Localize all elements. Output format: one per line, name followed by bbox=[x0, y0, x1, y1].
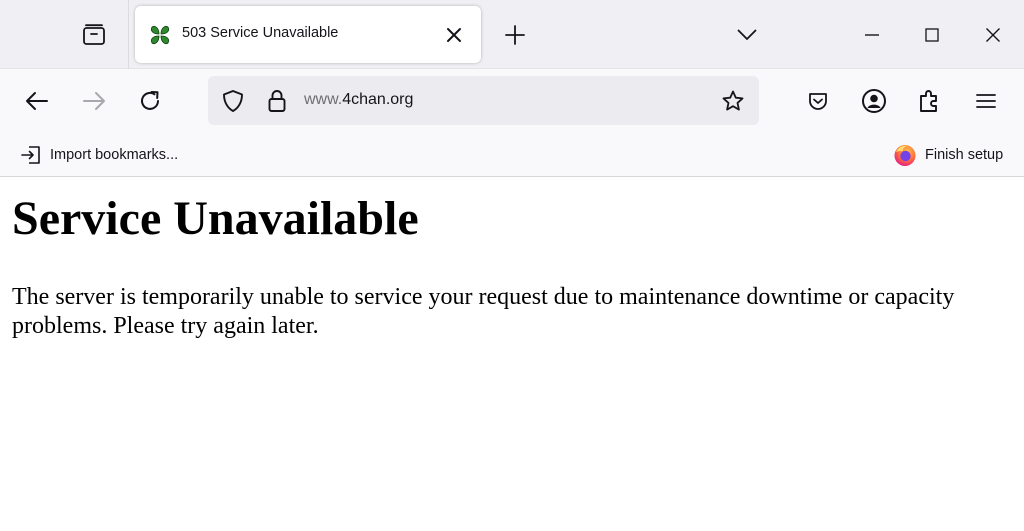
navigation-toolbar: www.4chan.org bbox=[0, 69, 1024, 133]
bookmark-page-button[interactable] bbox=[719, 87, 747, 115]
bookmarks-toolbar: Import bookmarks... Finish setup bbox=[0, 133, 1024, 177]
minimize-icon bbox=[865, 34, 879, 36]
maximize-icon bbox=[925, 28, 939, 42]
lock-icon bbox=[268, 89, 286, 112]
page-heading: Service Unavailable bbox=[12, 192, 419, 245]
extensions-button[interactable] bbox=[915, 86, 945, 116]
close-icon bbox=[986, 28, 1000, 42]
import-bookmarks-label: Import bookmarks... bbox=[50, 147, 179, 163]
tab-title: 503 Service Unavailable bbox=[182, 25, 339, 41]
star-icon bbox=[722, 90, 744, 111]
window-close-button[interactable] bbox=[978, 20, 1008, 50]
error-message: The server is temporarily unable to serv… bbox=[12, 284, 955, 339]
account-button[interactable] bbox=[859, 86, 889, 116]
close-icon bbox=[447, 28, 461, 42]
chevron-down-icon bbox=[737, 29, 757, 40]
puzzle-icon bbox=[920, 90, 937, 112]
finish-setup-label: Finish setup bbox=[925, 147, 1004, 163]
tab-strip: 503 Service Unavailable bbox=[0, 0, 1024, 69]
firefox-view-icon bbox=[83, 24, 105, 45]
new-tab-button[interactable] bbox=[500, 21, 530, 49]
maximize-button[interactable] bbox=[917, 20, 947, 50]
tab-strip-divider bbox=[128, 0, 129, 69]
firefox-logo-icon bbox=[894, 145, 916, 166]
url-domain: 4chan.org bbox=[342, 91, 414, 108]
list-all-tabs-button[interactable] bbox=[732, 21, 762, 49]
page-content: Service Unavailable The server is tempor… bbox=[0, 177, 1024, 531]
finish-setup-button[interactable]: Finish setup bbox=[893, 143, 1003, 167]
reload-button[interactable] bbox=[135, 86, 165, 116]
hamburger-menu-icon bbox=[976, 94, 996, 108]
forward-button[interactable] bbox=[79, 86, 109, 116]
application-menu-button[interactable] bbox=[971, 86, 1001, 116]
plus-icon bbox=[505, 25, 525, 45]
pocket-button[interactable] bbox=[803, 87, 833, 117]
back-button[interactable] bbox=[22, 86, 52, 116]
tracking-protection-button[interactable] bbox=[220, 87, 246, 114]
import-bookmarks-button[interactable]: Import bookmarks... bbox=[20, 143, 178, 167]
url-prefix: www. bbox=[304, 91, 343, 108]
back-arrow-icon bbox=[26, 92, 48, 110]
import-icon bbox=[21, 146, 40, 164]
reload-icon bbox=[141, 91, 159, 110]
url-text[interactable]: www.4chan.org bbox=[304, 91, 413, 109]
tracking-shield-icon bbox=[223, 89, 243, 112]
forward-arrow-icon bbox=[83, 92, 105, 110]
address-bar[interactable]: www.4chan.org bbox=[208, 76, 759, 125]
close-tab-button[interactable] bbox=[441, 22, 467, 48]
account-icon bbox=[862, 89, 886, 113]
pocket-icon bbox=[809, 93, 827, 110]
tab-503-service-unavailable[interactable]: 503 Service Unavailable bbox=[135, 6, 481, 63]
4chan-clover-favicon-icon bbox=[151, 26, 169, 44]
minimize-button[interactable] bbox=[857, 20, 887, 50]
firefox-view-button[interactable] bbox=[78, 21, 110, 49]
site-security-button[interactable] bbox=[264, 87, 290, 114]
